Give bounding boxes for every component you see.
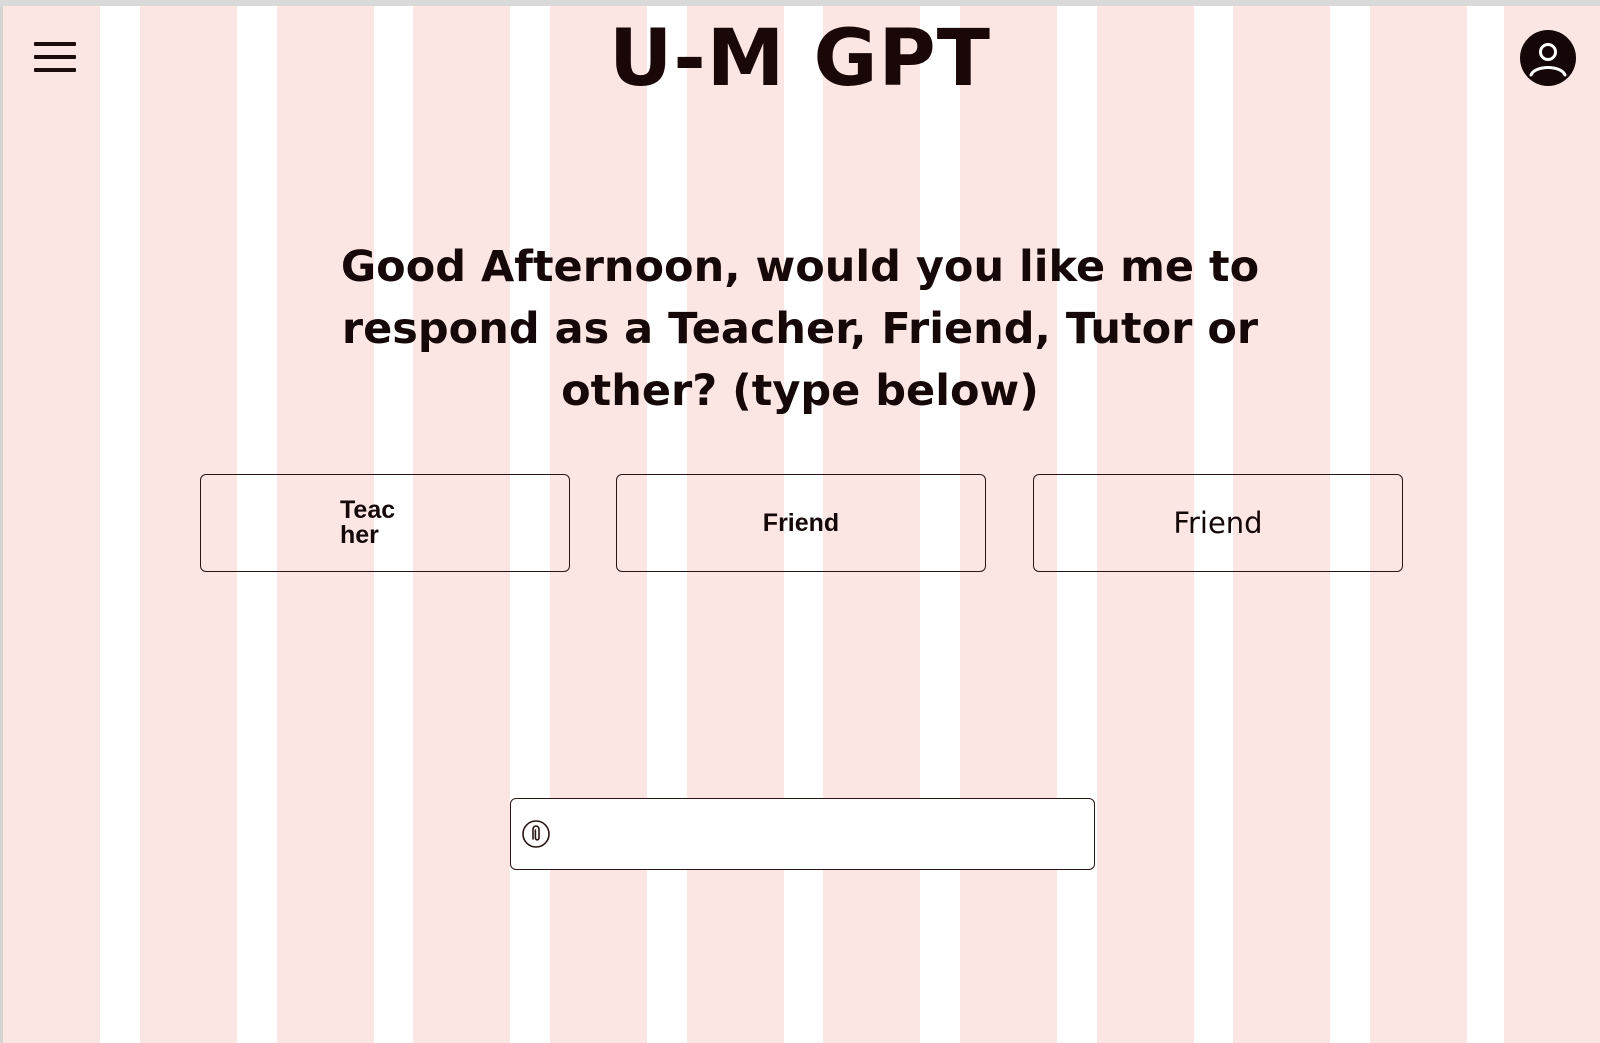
option-label: Friend: [1173, 506, 1263, 540]
paperclip-icon[interactable]: [521, 819, 551, 849]
friend-option-button[interactable]: Friend: [616, 474, 986, 572]
option-label: Teacher: [340, 496, 396, 549]
app-title: U-M GPT: [609, 14, 991, 104]
friend-option-button-2[interactable]: Friend: [1033, 474, 1403, 572]
background-stripe: [3, 6, 100, 1043]
background-stripe: [1504, 6, 1600, 1043]
user-profile-icon[interactable]: [1520, 30, 1576, 86]
chat-input[interactable]: [561, 799, 1086, 868]
left-edge: [0, 6, 3, 1043]
option-label: Friend: [762, 508, 840, 537]
teacher-option-button[interactable]: Teacher: [200, 474, 570, 572]
chat-input-box[interactable]: [510, 798, 1095, 870]
greeting-prompt: Good Afternoon, would you like me to res…: [340, 242, 1260, 416]
